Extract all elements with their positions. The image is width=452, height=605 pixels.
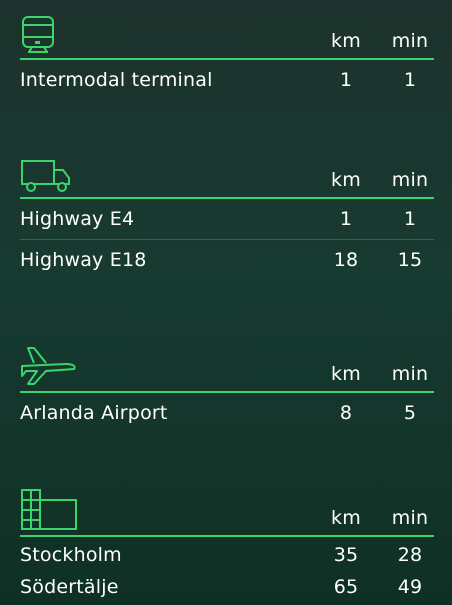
time-min: 49	[397, 576, 423, 598]
section-train: km min Intermodal terminal 1 1	[20, 12, 434, 100]
column-header-min: min	[391, 507, 429, 529]
section-header: km min	[20, 151, 434, 197]
distance-km: 18	[333, 249, 359, 271]
time-min: 1	[403, 69, 417, 91]
distance-km: 65	[333, 576, 359, 598]
section-city: km min Stockholm 35 28 Södertälje 65 49	[20, 489, 434, 601]
section-truck: km min Highway E4 1 1 Highway E18 18 15	[20, 151, 434, 280]
column-header-km: km	[331, 363, 361, 385]
distance-km: 1	[339, 208, 353, 230]
table-row: Highway E18 18 15	[20, 240, 434, 280]
section-header: km min	[20, 489, 434, 535]
table-row: Stockholm 35 28	[20, 537, 434, 573]
section-header: km min	[20, 12, 434, 58]
destination-name: Södertälje	[20, 576, 119, 598]
column-header-km: km	[331, 507, 361, 529]
section-header: km min	[20, 345, 434, 391]
distance-km: 8	[339, 402, 353, 424]
column-header-min: min	[391, 363, 429, 385]
destination-name: Highway E18	[20, 249, 147, 271]
distance-km: 1	[339, 69, 353, 91]
column-header-km: km	[331, 30, 361, 52]
city-buildings-icon	[20, 488, 78, 530]
table-row: Södertälje 65 49	[20, 573, 434, 601]
column-header-km: km	[331, 169, 361, 191]
airplane-icon	[20, 346, 78, 386]
table-row: Arlanda Airport 8 5	[20, 393, 434, 433]
destination-name: Highway E4	[20, 208, 135, 230]
section-airplane: km min Arlanda Airport 8 5	[20, 345, 434, 433]
time-min: 28	[397, 544, 423, 566]
time-min: 15	[397, 249, 423, 271]
destination-name: Arlanda Airport	[20, 402, 168, 424]
destination-name: Intermodal terminal	[20, 69, 213, 91]
train-icon	[20, 15, 56, 53]
column-header-min: min	[391, 169, 429, 191]
destination-name: Stockholm	[20, 544, 122, 566]
distance-km: 35	[333, 544, 359, 566]
column-header-min: min	[391, 30, 429, 52]
time-min: 5	[403, 402, 417, 424]
time-min: 1	[403, 208, 417, 230]
table-row: Intermodal terminal 1 1	[20, 60, 434, 100]
truck-icon	[20, 158, 72, 192]
table-row: Highway E4 1 1	[20, 199, 434, 239]
